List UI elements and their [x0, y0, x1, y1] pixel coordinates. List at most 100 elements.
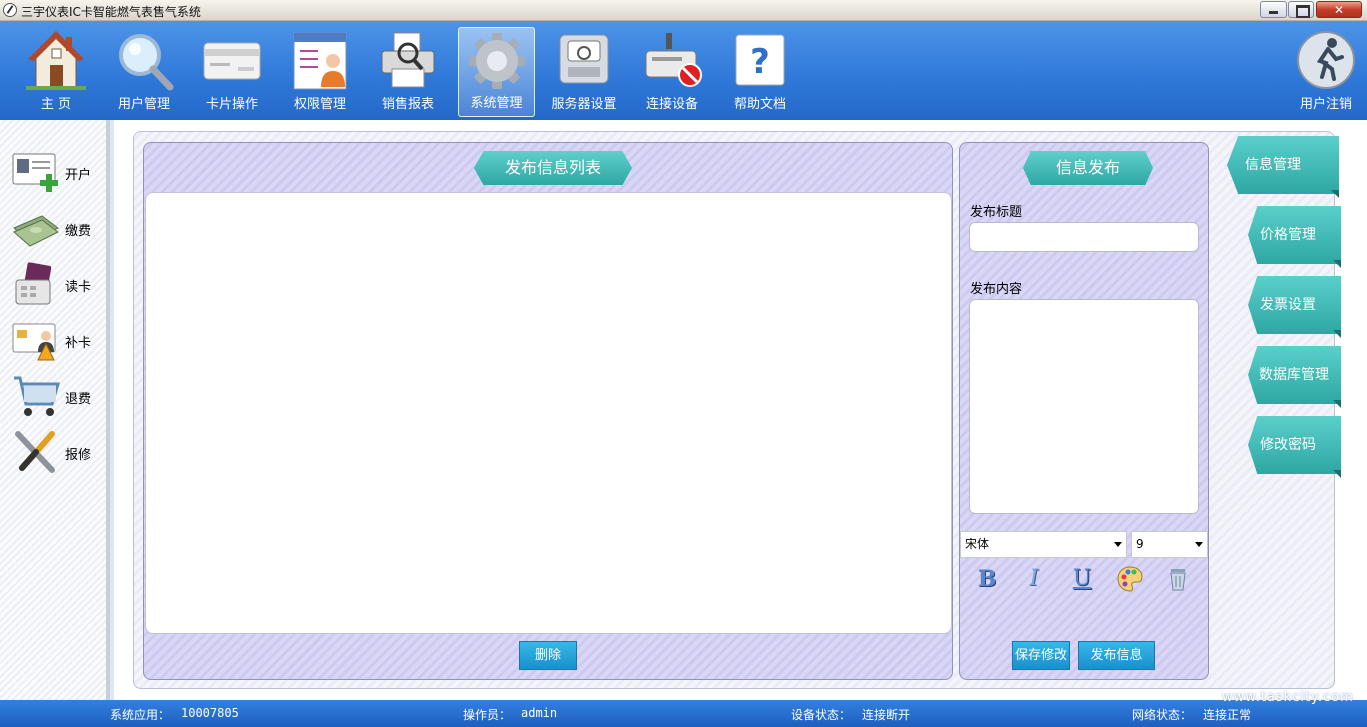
toolbar-home[interactable]: 主 页	[18, 27, 94, 117]
sidebar-item-label: 开户	[65, 168, 92, 183]
toolbar-user-management[interactable]: 用户管理	[108, 27, 180, 117]
delete-button[interactable]: 删除	[519, 641, 577, 670]
tab-label: 信息管理	[1245, 157, 1301, 173]
printer-icon	[381, 32, 435, 88]
toolbar-label: 用户注销	[1299, 97, 1352, 112]
bold-button[interactable]: B	[972, 564, 1002, 594]
italic-button[interactable]: I	[1019, 564, 1049, 594]
palette-icon	[1117, 566, 1143, 592]
publish-title-label: 发布标题	[970, 205, 1023, 220]
tab-label: 数据库管理	[1259, 367, 1329, 383]
cart-icon	[14, 376, 60, 416]
id-card-add-icon	[12, 153, 58, 192]
chevron-down-icon	[1114, 542, 1122, 547]
sidebar-item-repair[interactable]: 报修	[12, 430, 102, 478]
font-family-value: 宋体	[965, 537, 990, 551]
toolbar-label: 服务器设置	[551, 97, 617, 112]
tab-label: 价格管理	[1260, 227, 1316, 243]
tab-price-management[interactable]: 价格管理	[1248, 206, 1341, 268]
toolbar-label: 权限管理	[293, 97, 346, 112]
toolbar-card-operation[interactable]: 卡片操作	[196, 27, 268, 117]
toolbar-permission-management[interactable]: 权限管理	[284, 27, 356, 117]
sidebar-item-open-account[interactable]: 开户	[12, 150, 102, 198]
device-icon	[645, 33, 702, 87]
status-device-label: 设备状态：	[791, 708, 852, 722]
clear-format-button[interactable]	[1163, 564, 1193, 594]
status-operator-label: 操作员：	[463, 708, 512, 722]
help-icon: ?	[735, 34, 785, 86]
status-device-value: 连接断开	[862, 708, 911, 722]
logout-icon	[1297, 31, 1355, 89]
status-app-value: 10007805	[181, 706, 239, 720]
sidebar: 开户 缴费 读卡 补卡 退费 报修	[0, 120, 110, 700]
font-size-value: 9	[1136, 537, 1144, 551]
svg-text:?: ?	[750, 42, 770, 82]
gear-icon	[468, 33, 525, 89]
status-app-label: 系统应用：	[110, 708, 171, 722]
font-family-select[interactable]: 宋体	[960, 531, 1127, 558]
tab-database-management[interactable]: 数据库管理	[1248, 346, 1341, 408]
status-network-label: 网络状态：	[1132, 708, 1193, 722]
list-panel-title: 发布信息列表	[474, 151, 632, 185]
publish-content-textarea[interactable]	[969, 299, 1199, 514]
toolbar-system-management[interactable]: 系统管理	[458, 27, 535, 117]
status-operator-value: admin	[521, 706, 558, 720]
toolbar-server-settings[interactable]: 服务器设置	[548, 27, 620, 117]
maximize-button[interactable]	[1288, 1, 1314, 18]
card-reader-icon	[15, 262, 52, 305]
publish-info-button[interactable]: 发布信息	[1078, 641, 1155, 670]
toolbar-sales-report[interactable]: 销售报表	[372, 27, 444, 117]
publish-panel-title: 信息发布	[1023, 151, 1153, 185]
toolbar-label: 销售报表	[381, 97, 434, 112]
toolbar-logout[interactable]: 用户注销	[1290, 27, 1362, 117]
magnifier-icon	[119, 34, 174, 91]
font-size-select[interactable]: 9	[1131, 531, 1208, 558]
window-title: 三宇仪表IC卡智能燃气表售气系统	[21, 5, 201, 19]
status-network-value: 连接正常	[1203, 708, 1252, 722]
title-bar: 三宇仪表IC卡智能燃气表售气系统	[0, 0, 1367, 21]
sidebar-item-label: 补卡	[65, 336, 92, 351]
server-icon	[559, 34, 609, 84]
tab-change-password[interactable]: 修改密码	[1248, 416, 1341, 478]
tab-label: 发票设置	[1260, 297, 1316, 313]
toolbar-label: 用户管理	[117, 97, 170, 112]
color-palette-button[interactable]	[1115, 564, 1145, 594]
sidebar-item-label: 报修	[65, 448, 92, 463]
app-logo-icon	[3, 3, 17, 17]
tab-invoice-settings[interactable]: 发票设置	[1248, 276, 1341, 338]
minimize-button[interactable]	[1260, 1, 1287, 18]
close-button[interactable]	[1316, 1, 1362, 18]
trash-icon	[1170, 569, 1186, 591]
toolbar-help-docs[interactable]: ? 帮助文档	[724, 27, 796, 117]
main-toolbar: 主 页 用户管理 卡片操作 权限管理 销售报表 系统管理 服务器设置 连接设备 …	[0, 21, 1367, 120]
toolbar-label: 卡片操作	[205, 97, 258, 112]
published-info-list[interactable]	[145, 192, 952, 634]
tab-label: 修改密码	[1260, 437, 1316, 453]
sidebar-item-read-card[interactable]: 读卡	[12, 262, 102, 310]
user-profile-icon	[293, 32, 347, 90]
sidebar-item-reissue-card[interactable]: 补卡	[12, 318, 102, 366]
toolbar-connect-device[interactable]: 连接设备	[636, 27, 708, 117]
toolbar-label: 主 页	[40, 97, 72, 112]
sidebar-item-refund[interactable]: 退费	[12, 374, 102, 422]
publish-content-label: 发布内容	[970, 282, 1023, 297]
card-icon	[203, 42, 261, 80]
underline-button[interactable]: U	[1067, 564, 1097, 594]
watermark: www.taskcity.com	[1222, 690, 1354, 705]
tab-info-management[interactable]: 信息管理	[1227, 136, 1339, 198]
toolbar-label: 系统管理	[470, 96, 523, 111]
money-icon	[13, 215, 59, 247]
save-changes-button[interactable]: 保存修改	[1012, 641, 1070, 670]
sidebar-item-label: 退费	[65, 392, 92, 407]
publish-title-input[interactable]	[969, 222, 1199, 252]
status-bar: 系统应用： 10007805 操作员： admin 设备状态： 连接断开 网络状…	[0, 700, 1367, 727]
sidebar-item-label: 缴费	[65, 224, 92, 239]
home-icon	[26, 31, 86, 90]
card-warning-icon	[12, 323, 56, 361]
chevron-down-icon	[1195, 542, 1203, 547]
sidebar-item-payment[interactable]: 缴费	[12, 206, 102, 254]
tools-icon	[15, 431, 55, 473]
toolbar-label: 帮助文档	[733, 97, 786, 112]
sidebar-item-label: 读卡	[65, 280, 92, 295]
toolbar-label: 连接设备	[645, 97, 698, 112]
